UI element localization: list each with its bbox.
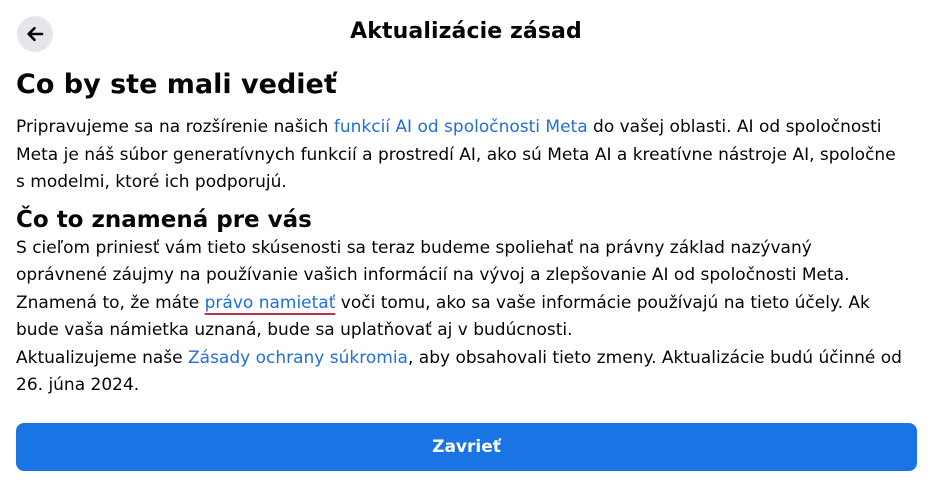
dialog-content: Co by ste mali vedieť Pripravujeme sa na…	[16, 66, 906, 400]
section-paragraph-intro: Pripravujeme sa na rozšírenie našich fun…	[16, 114, 906, 197]
intro-text-start: Pripravujeme sa na rozšírenie našich	[16, 117, 334, 137]
policy-update-text-start: Aktualizujeme naše	[16, 347, 188, 368]
section-paragraph-policy-update: Aktualizujeme naše Zásady ochrany súkrom…	[16, 345, 906, 400]
dialog-header: Aktualizácie zásad	[0, 0, 932, 70]
section-heading-what-it-means: Čo to znamená pre vás	[16, 206, 312, 233]
close-button[interactable]: Zavrieť	[16, 423, 917, 471]
right-to-object-link[interactable]: právo namietať	[205, 293, 336, 313]
section-heading-what-to-know: Co by ste mali vedieť	[16, 69, 337, 100]
dialog-title: Aktualizácie zásad	[350, 19, 582, 44]
privacy-policy-link[interactable]: Zásady ochrany súkromia	[188, 348, 408, 368]
section-paragraph-legal-basis: S cieľom priniesť vám tieto skúsenosti s…	[16, 235, 906, 345]
meta-ai-features-link[interactable]: funkcií AI od spoločnosti Meta	[334, 117, 588, 137]
